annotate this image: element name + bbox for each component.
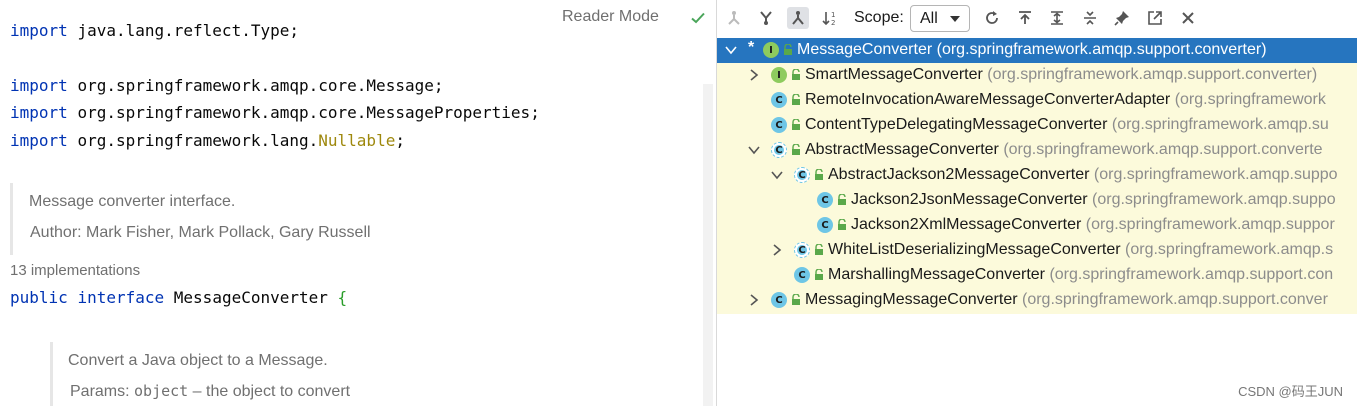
expand-all-icon[interactable] bbox=[1046, 7, 1068, 29]
abstract-class-icon: C bbox=[794, 242, 810, 258]
checkmark-icon[interactable] bbox=[690, 10, 706, 26]
chevron-down-icon bbox=[950, 16, 960, 22]
type-hierarchy-icon[interactable] bbox=[787, 7, 809, 29]
chevron-down-icon[interactable] bbox=[771, 169, 783, 181]
tree-row-label: AbstractMessageConverter (org.springfram… bbox=[805, 141, 1323, 158]
chevron-right-icon[interactable] bbox=[748, 69, 760, 81]
method-doc-description: Convert a Java object to a Message. bbox=[68, 352, 328, 369]
import-line: import java.lang.reflect.Type; bbox=[10, 21, 299, 40]
tree-row[interactable]: C ContentTypeDelegatingMessageConverter (… bbox=[717, 113, 1357, 138]
class-icon: C bbox=[771, 117, 787, 133]
nullable-annotation: Nullable bbox=[318, 131, 396, 150]
scope-dropdown[interactable]: All bbox=[910, 5, 970, 32]
class-icon: C bbox=[771, 292, 787, 308]
chevron-right-icon[interactable] bbox=[748, 294, 760, 306]
svg-text:2: 2 bbox=[831, 19, 835, 26]
import-line: import org.springframework.lang.Nullable… bbox=[10, 131, 405, 150]
tree-row-label: MessagingMessageConverter (org.springfra… bbox=[805, 291, 1328, 308]
scope-label: Scope: bbox=[854, 9, 904, 26]
scope-value: All bbox=[920, 10, 938, 27]
tree-row[interactable]: C Jackson2JsonMessageConverter (org.sprin… bbox=[717, 188, 1357, 213]
import-line: import org.springframework.amqp.core.Mes… bbox=[10, 103, 540, 122]
public-visibility-icon bbox=[792, 94, 800, 105]
supertypes-icon[interactable] bbox=[723, 7, 745, 29]
subtypes-icon[interactable] bbox=[755, 7, 777, 29]
interface-icon: I bbox=[763, 42, 779, 58]
public-visibility-icon bbox=[815, 269, 823, 280]
editor-scrollbar[interactable] bbox=[703, 84, 713, 406]
tree-row-label: SmartMessageConverter (org.springframewo… bbox=[805, 66, 1318, 83]
tree-row-label: MarshallingMessageConverter (org.springf… bbox=[828, 266, 1334, 283]
tree-row[interactable]: C AbstractMessageConverter (org.springfra… bbox=[717, 138, 1357, 163]
sort-alpha-icon[interactable]: 12 bbox=[819, 7, 841, 29]
interface-icon: I bbox=[771, 67, 787, 83]
public-visibility-icon bbox=[815, 169, 823, 180]
svg-text:1: 1 bbox=[831, 11, 835, 19]
tree-row[interactable]: C AbstractJackson2MessageConverter (org.s… bbox=[717, 163, 1357, 188]
public-visibility-icon bbox=[792, 294, 800, 305]
pin-icon[interactable] bbox=[1111, 7, 1133, 29]
chevron-right-icon[interactable] bbox=[771, 244, 783, 256]
collapse-all-icon[interactable] bbox=[1079, 7, 1101, 29]
chevron-down-icon[interactable] bbox=[748, 144, 760, 156]
refresh-icon[interactable] bbox=[981, 7, 1003, 29]
class-icon: C bbox=[794, 267, 810, 283]
export-icon[interactable] bbox=[1014, 7, 1036, 29]
tree-row[interactable]: C RemoteInvocationAwareMessageConverterAd… bbox=[717, 88, 1357, 113]
abstract-class-icon: C bbox=[794, 167, 810, 183]
tree-row[interactable]: C MarshallingMessageConverter (org.spring… bbox=[717, 263, 1357, 288]
public-visibility-icon bbox=[792, 69, 800, 80]
implementations-link[interactable]: 13 implementations bbox=[10, 262, 140, 279]
doc-comment-bar bbox=[50, 342, 53, 406]
import-line: import org.springframework.amqp.core.Mes… bbox=[10, 76, 444, 95]
public-visibility-icon bbox=[792, 144, 800, 155]
open-in-window-icon[interactable] bbox=[1144, 7, 1166, 29]
chevron-down-icon[interactable] bbox=[725, 44, 737, 56]
close-icon[interactable] bbox=[1177, 7, 1199, 29]
method-doc-params: Params: object – the object to convert bbox=[70, 382, 351, 400]
hierarchy-tree[interactable]: * I MessageConverter (org.springframework.… bbox=[717, 38, 1357, 314]
class-doc-author: Author: Mark Fisher, Mark Pollack, Gary … bbox=[30, 224, 371, 241]
base-type-star-icon: * bbox=[748, 39, 755, 56]
tree-row-label: ContentTypeDelegatingMessageConverter (o… bbox=[805, 116, 1329, 133]
tree-row-label: RemoteInvocationAwareMessageConverterAda… bbox=[805, 91, 1326, 108]
tree-row[interactable]: * I MessageConverter (org.springframework.… bbox=[717, 38, 1357, 63]
tree-row[interactable]: C MessagingMessageConverter (org.springfr… bbox=[717, 288, 1357, 313]
tree-row-label: Jackson2XmlMessageConverter (org.springf… bbox=[851, 216, 1335, 233]
reader-mode-toggle[interactable]: Reader Mode bbox=[562, 8, 659, 26]
tree-row[interactable]: C Jackson2XmlMessageConverter (org.spring… bbox=[717, 213, 1357, 238]
class-icon: C bbox=[817, 217, 833, 233]
public-visibility-icon bbox=[815, 244, 823, 255]
hierarchy-toolbar: 12 Scope: All bbox=[717, 0, 1357, 38]
class-icon: C bbox=[771, 92, 787, 108]
class-doc-description: Message converter interface. bbox=[29, 193, 236, 210]
public-visibility-icon bbox=[838, 194, 846, 205]
watermark: CSDN @码王JUN bbox=[1238, 384, 1343, 399]
class-icon: C bbox=[817, 192, 833, 208]
interface-declaration: public interface MessageConverter { bbox=[10, 288, 348, 307]
type-hierarchy-panel: 12 Scope: All * I MessageConverter (org.sp… bbox=[717, 0, 1357, 406]
doc-comment-bar bbox=[10, 183, 13, 255]
tree-row-label: Jackson2JsonMessageConverter (org.spring… bbox=[851, 191, 1336, 208]
tree-row[interactable]: I SmartMessageConverter (org.springframew… bbox=[717, 63, 1357, 88]
tree-row-label: AbstractJackson2MessageConverter (org.sp… bbox=[828, 166, 1338, 183]
tree-row[interactable]: C WhiteListDeserializingMessageConverter … bbox=[717, 238, 1357, 263]
code-editor[interactable]: Reader Mode import java.lang.reflect.Typ… bbox=[0, 0, 716, 406]
public-visibility-icon bbox=[838, 219, 846, 230]
public-visibility-icon bbox=[784, 44, 792, 55]
public-visibility-icon bbox=[792, 119, 800, 130]
tree-row-label: WhiteListDeserializingMessageConverter (… bbox=[828, 241, 1334, 258]
tree-row-label: MessageConverter (org.springframework.am… bbox=[797, 41, 1267, 58]
abstract-class-icon: C bbox=[771, 142, 787, 158]
